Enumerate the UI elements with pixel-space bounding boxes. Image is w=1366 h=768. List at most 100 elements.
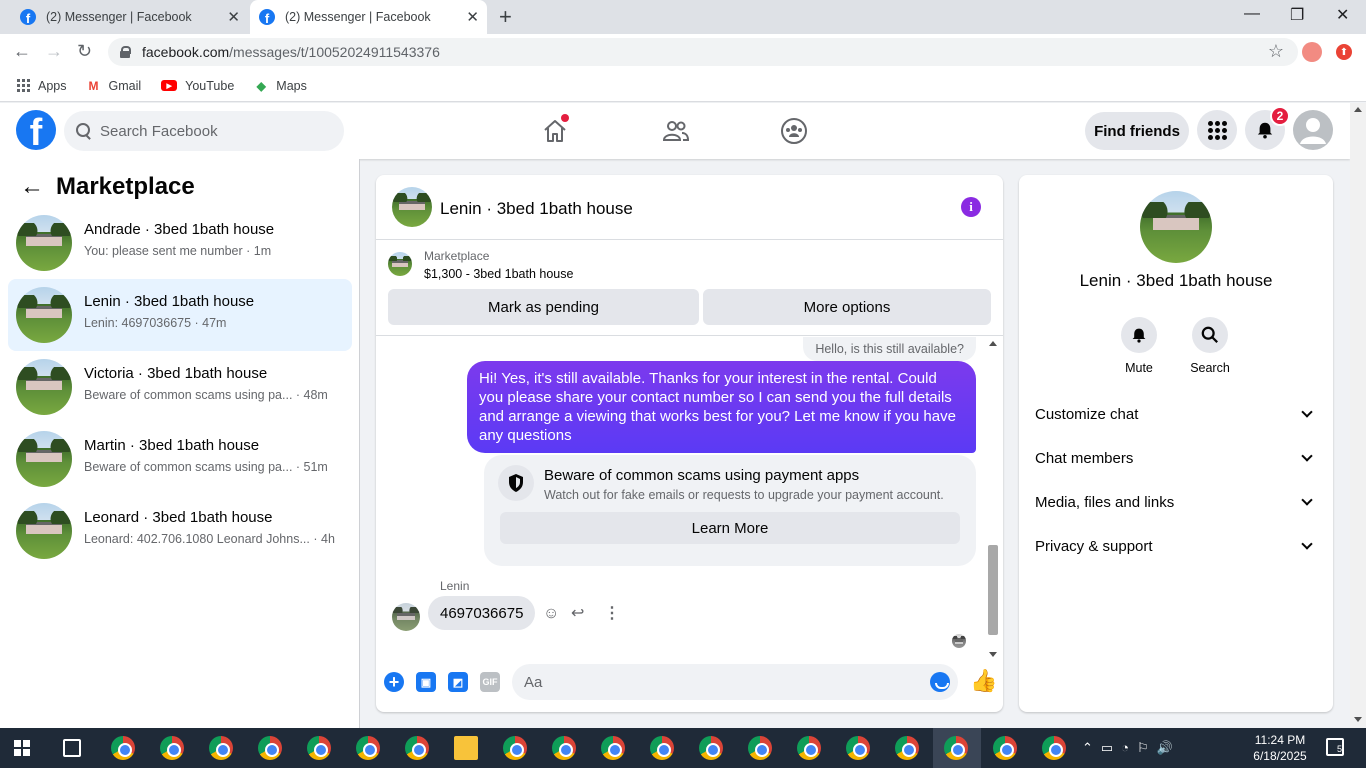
listing-thumbnail xyxy=(16,215,72,271)
find-friends-button[interactable]: Find friends xyxy=(1085,112,1189,150)
listing-title[interactable]: $1,300 - 3bed 1bath house xyxy=(424,267,573,281)
conversation-item-andrade[interactable]: Andrade · 3bed 1bath house You: please s… xyxy=(8,207,352,279)
add-attachment-icon[interactable]: + xyxy=(384,672,404,692)
chrome-taskbar-icon[interactable] xyxy=(993,736,1017,760)
search-in-chat-button[interactable]: Search xyxy=(1180,317,1240,375)
back-arrow-icon[interactable]: ← xyxy=(20,173,44,201)
task-view-icon[interactable] xyxy=(63,739,81,757)
taskbar-clock[interactable]: 11:24 PM 6/18/2025 xyxy=(1248,732,1312,764)
conversation-item-martin[interactable]: Martin · 3bed 1bath house Beware of comm… xyxy=(8,423,352,495)
forward-icon[interactable]: → xyxy=(45,41,63,61)
conversation-name: Leonard · 3bed 1bath house xyxy=(84,509,273,526)
chrome-taskbar-icon[interactable] xyxy=(160,736,184,760)
conversation-avatar[interactable] xyxy=(1140,191,1212,263)
info-icon[interactable]: i xyxy=(961,197,981,217)
mute-button[interactable]: Mute xyxy=(1109,317,1169,375)
privacy-support-section[interactable]: Privacy & support xyxy=(1035,530,1317,562)
emoji-icon[interactable] xyxy=(930,672,950,692)
bookmark-apps[interactable]: Apps xyxy=(16,79,67,93)
chrome-taskbar-icon[interactable] xyxy=(699,736,723,760)
sticker-icon[interactable]: ◩ xyxy=(448,672,468,692)
friends-icon[interactable] xyxy=(662,117,690,145)
browser-tab-1[interactable]: f (2) Messenger | Facebook ✕ xyxy=(12,0,248,34)
menu-button[interactable] xyxy=(1197,110,1237,150)
minimize-icon[interactable]: — xyxy=(1244,5,1260,23)
sender-avatar[interactable] xyxy=(392,603,420,631)
learn-more-button[interactable]: Learn More xyxy=(500,512,960,544)
chrome-taskbar-icon[interactable] xyxy=(503,736,527,760)
profile-avatar-icon[interactable] xyxy=(1302,42,1322,62)
bookmark-youtube[interactable]: ▶ YouTube xyxy=(161,79,234,93)
chrome-taskbar-icon[interactable] xyxy=(356,736,380,760)
facebook-logo-icon[interactable]: f xyxy=(16,110,56,150)
search-label: Search xyxy=(1190,361,1230,375)
scroll-up-icon[interactable] xyxy=(1354,107,1362,112)
action-center-icon[interactable]: 5 xyxy=(1326,738,1344,756)
sent-message-bubble[interactable]: Hi! Yes, it's still available. Thanks fo… xyxy=(467,361,976,453)
chat-title[interactable]: Lenin · 3bed 1bath house xyxy=(440,199,633,219)
address-bar[interactable]: facebook.com/messages/t/1005202491154337… xyxy=(108,38,1298,66)
chat-members-section[interactable]: Chat members xyxy=(1035,442,1317,474)
chrome-taskbar-icon[interactable] xyxy=(944,736,968,760)
account-avatar[interactable] xyxy=(1293,110,1333,150)
scroll-down-icon[interactable] xyxy=(1354,717,1362,722)
window-close-icon[interactable]: ✕ xyxy=(1336,5,1349,25)
media-files-links-section[interactable]: Media, files and links xyxy=(1035,486,1317,518)
message-input[interactable] xyxy=(512,664,958,700)
gif-icon[interactable]: GIF xyxy=(480,672,500,692)
groups-icon[interactable] xyxy=(780,117,808,145)
browser-tab-2[interactable]: f (2) Messenger | Facebook ✕ xyxy=(250,0,487,34)
listing-thumbnail xyxy=(16,359,72,415)
react-emoji-icon[interactable]: ☺ xyxy=(543,605,559,623)
facebook-search[interactable]: Search Facebook xyxy=(64,111,344,151)
bookmark-label: Maps xyxy=(276,78,307,93)
chrome-taskbar-icon[interactable] xyxy=(209,736,233,760)
chrome-taskbar-icon[interactable] xyxy=(650,736,674,760)
restore-icon[interactable]: ❐ xyxy=(1290,5,1304,25)
page-scrollbar[interactable] xyxy=(1350,103,1366,728)
system-tray-icons[interactable]: ⌃▭◔⚐🔊 xyxy=(1082,740,1181,756)
received-message-bubble[interactable]: 4697036675 xyxy=(428,596,536,630)
new-tab-icon[interactable]: + xyxy=(499,6,512,28)
conversation-item-lenin[interactable]: Lenin · 3bed 1bath house Lenin: 46970366… xyxy=(8,279,352,351)
chat-scrollbar[interactable] xyxy=(986,337,1000,663)
chrome-taskbar-icon[interactable] xyxy=(748,736,772,760)
extension-icon[interactable]: ⬆ xyxy=(1336,44,1352,60)
more-actions-icon[interactable]: ⋮ xyxy=(604,605,620,623)
close-tab-icon[interactable]: ✕ xyxy=(227,8,240,26)
conversation-snippet: Beware of common scams using pa... · 48m xyxy=(84,388,328,402)
chat-avatar[interactable] xyxy=(392,187,432,227)
reload-icon[interactable]: ↻ xyxy=(77,41,92,61)
bookmark-star-icon[interactable]: ☆ xyxy=(1268,41,1284,62)
thumbs-up-icon[interactable]: 👍 xyxy=(970,669,997,693)
chrome-taskbar-icon[interactable] xyxy=(797,736,821,760)
chrome-taskbar-icon[interactable] xyxy=(552,736,576,760)
mark-as-pending-button[interactable]: Mark as pending xyxy=(388,289,699,325)
chrome-taskbar-icon[interactable] xyxy=(1042,736,1066,760)
bookmark-gmail[interactable]: M Gmail xyxy=(87,79,142,93)
chrome-taskbar-icon[interactable] xyxy=(111,736,135,760)
chrome-taskbar-icon[interactable] xyxy=(895,736,919,760)
chevron-down-icon xyxy=(1301,450,1313,462)
chrome-taskbar-icon[interactable] xyxy=(601,736,625,760)
conversation-item-victoria[interactable]: Victoria · 3bed 1bath house Beware of co… xyxy=(8,351,352,423)
back-icon[interactable]: ← xyxy=(13,41,31,61)
customize-chat-section[interactable]: Customize chat xyxy=(1035,398,1317,430)
file-explorer-icon[interactable] xyxy=(454,736,478,760)
reply-icon[interactable]: ↩ xyxy=(571,605,584,623)
chrome-taskbar-icon[interactable] xyxy=(846,736,870,760)
more-options-button[interactable]: More options xyxy=(703,289,991,325)
chrome-taskbar-icon[interactable] xyxy=(405,736,429,760)
bookmark-maps[interactable]: ◆ Maps xyxy=(254,79,307,93)
conversation-item-leonard[interactable]: Leonard · 3bed 1bath house Leonard: 402.… xyxy=(8,495,352,567)
chrome-taskbar-icon[interactable] xyxy=(258,736,282,760)
windows-start-icon[interactable] xyxy=(14,740,30,756)
scroll-up-icon[interactable] xyxy=(989,341,997,346)
scroll-down-icon[interactable] xyxy=(989,652,997,657)
browser-tab-strip: f (2) Messenger | Facebook ✕ f (2) Messe… xyxy=(0,0,1366,34)
scrollbar-thumb[interactable] xyxy=(988,545,998,635)
gmail-icon: M xyxy=(88,78,99,93)
chrome-taskbar-icon[interactable] xyxy=(307,736,331,760)
close-tab-icon[interactable]: ✕ xyxy=(466,8,479,26)
photo-icon[interactable]: ▣ xyxy=(416,672,436,692)
